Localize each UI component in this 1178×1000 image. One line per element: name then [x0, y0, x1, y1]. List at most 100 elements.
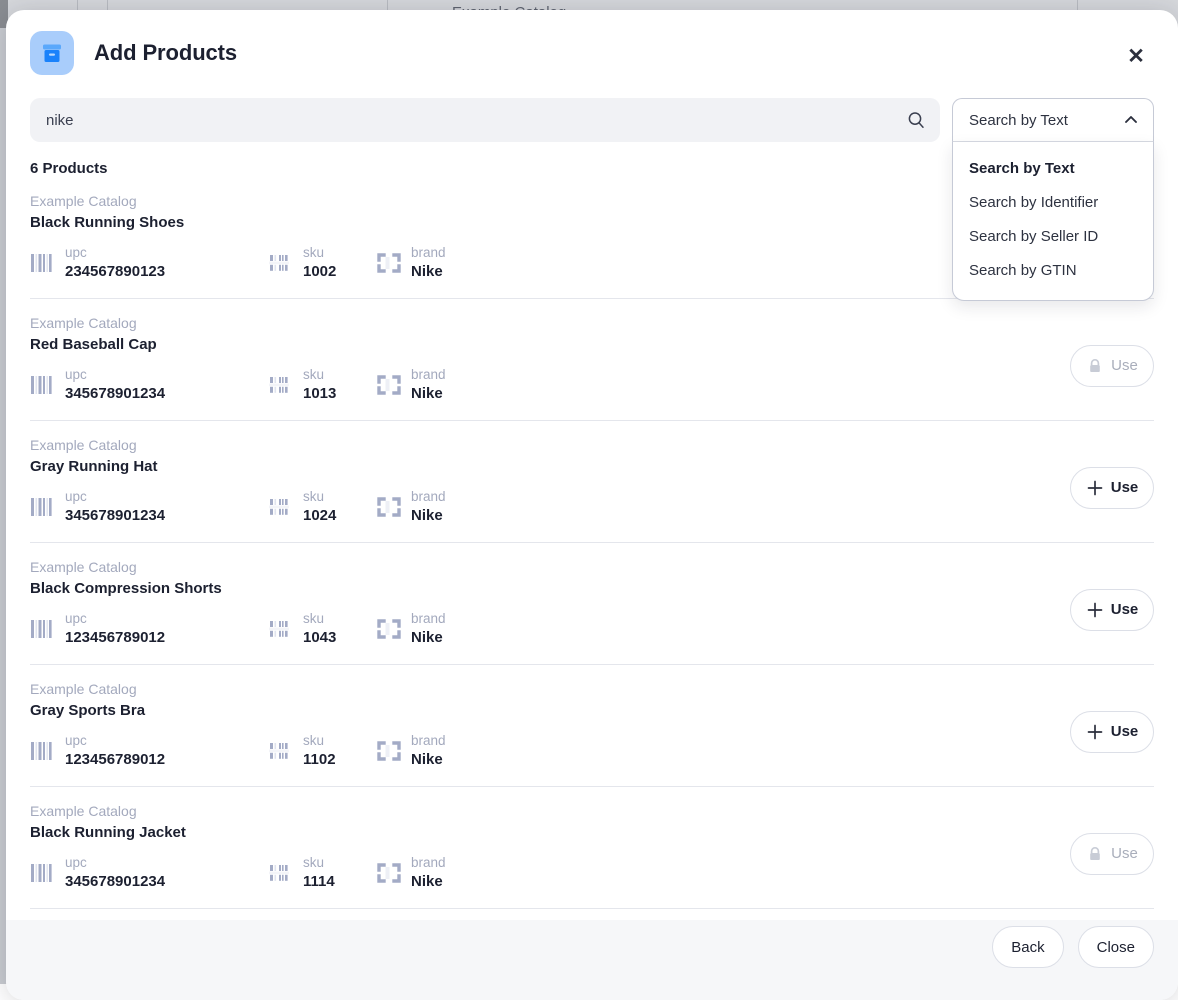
search-mode-option-gtin[interactable]: Search by GTIN [953, 254, 1153, 288]
scan-frame-icon [376, 372, 402, 398]
attribute-brand: brand Nike [376, 610, 446, 648]
table-row[interactable]: Example Catalog Gray Running Hat [30, 421, 1154, 543]
use-button[interactable]: Use [1070, 467, 1154, 509]
attribute-sku: sku 1114 [268, 854, 376, 892]
attribute-brand-text: brand Nike [411, 610, 446, 648]
search-input[interactable]: nike [30, 98, 940, 142]
close-icon[interactable]: ✕ [1118, 38, 1154, 74]
product-info: Example Catalog Black Compression Shorts [30, 557, 1070, 648]
attribute-brand-label: brand [411, 244, 446, 262]
scan-barcode-icon [268, 372, 294, 398]
lock-icon [1086, 357, 1104, 375]
catalog-name: Example Catalog [30, 557, 1070, 577]
attribute-brand-text: brand Nike [411, 366, 446, 404]
scan-frame-icon [376, 738, 402, 764]
chevron-up-icon[interactable] [1123, 112, 1139, 128]
use-button-disabled: Use [1070, 833, 1154, 875]
attribute-brand-text: brand Nike [411, 244, 446, 282]
attribute-upc-label: upc [65, 366, 165, 384]
product-attributes: upc 234567890123 [30, 244, 1070, 282]
product-attributes: upc 345678901234 [30, 488, 1070, 526]
catalog-name: Example Catalog [30, 191, 1070, 211]
table-row[interactable]: Example Catalog Gray Sports Bra [30, 665, 1154, 787]
attribute-sku: sku 1013 [268, 366, 376, 404]
attribute-sku-value: 1043 [303, 628, 336, 648]
attribute-sku-value: 1114 [303, 872, 335, 892]
use-button-label: Use [1111, 723, 1139, 740]
plus-icon [1086, 479, 1104, 497]
use-button[interactable]: Use [1070, 711, 1154, 753]
attribute-brand-value: Nike [411, 262, 446, 282]
barcode-icon [30, 372, 56, 398]
attribute-upc-text: upc 123456789012 [65, 732, 165, 770]
barcode-icon [30, 860, 56, 886]
catalog-name: Example Catalog [30, 313, 1070, 333]
use-button-disabled: Use [1070, 345, 1154, 387]
attribute-brand-text: brand Nike [411, 488, 446, 526]
modal-header: Add Products ✕ [6, 10, 1178, 96]
attribute-brand: brand Nike [376, 854, 446, 892]
table-row[interactable]: Example Catalog Black Compression Shorts [30, 543, 1154, 665]
product-info: Example Catalog Black Running Shoes [30, 191, 1070, 282]
attribute-upc: upc 123456789012 [30, 732, 268, 770]
attribute-upc: upc 123456789012 [30, 610, 268, 648]
attribute-brand-label: brand [411, 732, 446, 750]
search-mode-option-seller-id[interactable]: Search by Seller ID [953, 220, 1153, 254]
page-title: Add Products [94, 40, 237, 66]
catalog-name: Example Catalog [30, 435, 1070, 455]
search-mode-trigger[interactable]: Search by Text [952, 98, 1154, 142]
search-icon[interactable] [906, 110, 926, 130]
table-row[interactable]: Example Catalog Red Baseball Cap [30, 299, 1154, 421]
attribute-upc-text: upc 123456789012 [65, 610, 165, 648]
attribute-brand-text: brand Nike [411, 732, 446, 770]
use-button-label: Use [1111, 357, 1138, 374]
product-title: Black Running Jacket [30, 822, 1070, 844]
product-attributes: upc 345678901234 [30, 366, 1070, 404]
archive-box-icon [30, 31, 74, 75]
catalog-name: Example Catalog [30, 679, 1070, 699]
attribute-brand: brand Nike [376, 488, 446, 526]
scan-barcode-icon [268, 250, 294, 276]
catalog-name: Example Catalog [30, 801, 1070, 821]
table-row[interactable]: Example Catalog Black Running Jacket [30, 787, 1154, 909]
attribute-brand-label: brand [411, 854, 446, 872]
scan-frame-icon [376, 494, 402, 520]
scan-barcode-icon [268, 494, 294, 520]
product-info: Example Catalog Gray Sports Bra [30, 679, 1070, 770]
attribute-sku-text: sku 1002 [303, 244, 336, 282]
attribute-sku-label: sku [303, 854, 335, 872]
product-attributes: upc 123456789012 [30, 610, 1070, 648]
scan-barcode-icon [268, 616, 294, 642]
attribute-upc-text: upc 345678901234 [65, 854, 165, 892]
close-button[interactable]: Close [1078, 926, 1154, 968]
attribute-brand-value: Nike [411, 384, 446, 404]
attribute-upc-value: 345678901234 [65, 384, 165, 404]
attribute-sku-value: 1102 [303, 750, 336, 770]
attribute-sku-text: sku 1024 [303, 488, 336, 526]
add-products-modal: Add Products ✕ nike Search by Text [6, 10, 1178, 1000]
attribute-brand: brand Nike [376, 244, 446, 282]
search-mode-option-text[interactable]: Search by Text [953, 152, 1153, 186]
barcode-icon [30, 250, 56, 276]
attribute-sku-value: 1024 [303, 506, 336, 526]
attribute-upc-value: 123456789012 [65, 628, 165, 648]
attribute-brand-label: brand [411, 488, 446, 506]
attribute-sku-text: sku 1013 [303, 366, 336, 404]
search-mode-option-identifier[interactable]: Search by Identifier [953, 186, 1153, 220]
search-input-value: nike [46, 112, 74, 129]
barcode-icon [30, 616, 56, 642]
attribute-sku-text: sku 1102 [303, 732, 336, 770]
attribute-upc-label: upc [65, 732, 165, 750]
attribute-upc-label: upc [65, 854, 165, 872]
product-title: Black Compression Shorts [30, 578, 1070, 600]
attribute-brand-label: brand [411, 366, 446, 384]
product-info: Example Catalog Black Running Jacket [30, 801, 1070, 892]
attribute-sku-label: sku [303, 244, 336, 262]
attribute-upc-text: upc 345678901234 [65, 366, 165, 404]
search-mode-menu: Search by Text Search by Identifier Sear… [952, 142, 1154, 301]
search-mode-selected-label: Search by Text [969, 112, 1068, 129]
attribute-upc-label: upc [65, 244, 165, 262]
back-button[interactable]: Back [992, 926, 1063, 968]
scan-barcode-icon [268, 860, 294, 886]
use-button[interactable]: Use [1070, 589, 1154, 631]
